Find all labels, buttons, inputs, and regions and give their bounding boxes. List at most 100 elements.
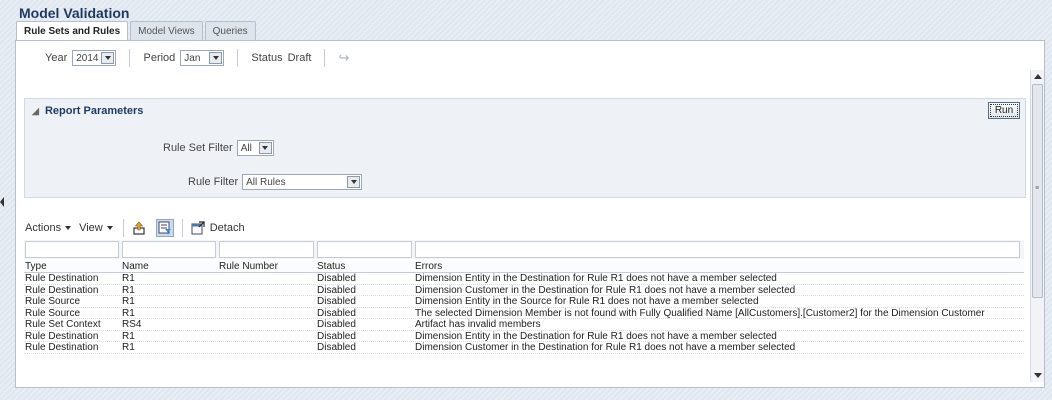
rule-number-cell bbox=[218, 331, 316, 342]
rule-number-cell bbox=[218, 296, 316, 307]
export-icon[interactable] bbox=[130, 219, 148, 237]
collapse-triangle-icon[interactable]: ◢ bbox=[32, 106, 39, 116]
errors-cell: The selected Dimension Member is not fou… bbox=[415, 307, 985, 318]
detach-label[interactable]: Detach bbox=[210, 222, 245, 234]
errors-cell: Dimension Entity in the Destination for … bbox=[415, 273, 777, 284]
table-row[interactable]: Rule Set Context RS4 Disabled Artifact h… bbox=[24, 319, 1024, 331]
status-value: Draft bbox=[287, 52, 312, 64]
scroll-down-icon[interactable] bbox=[1034, 373, 1042, 378]
query-by-example-icon[interactable] bbox=[155, 219, 174, 237]
view-menu[interactable]: View bbox=[79, 222, 113, 234]
detach-icon[interactable] bbox=[189, 219, 207, 237]
tab-bar: Rule Sets and Rules Model Views Queries bbox=[16, 21, 258, 41]
errors-cell: Dimension Customer in the Destination fo… bbox=[415, 342, 796, 353]
rule-set-filter-value: All bbox=[240, 142, 252, 154]
rule-filter-value: All Rules bbox=[246, 176, 286, 188]
column-header-type[interactable]: Type bbox=[24, 261, 121, 272]
rule-set-filter-row: Rule Set Filter All bbox=[163, 140, 274, 156]
run-button[interactable]: Run bbox=[988, 102, 1020, 119]
rule-number-cell bbox=[218, 308, 316, 319]
validation-table: Type Name Rule Number Status Errors Rule… bbox=[24, 240, 1024, 354]
column-header-rule-number[interactable]: Rule Number bbox=[218, 261, 316, 272]
divider bbox=[324, 49, 326, 67]
year-value: 2014 bbox=[76, 52, 99, 64]
rule-set-filter-select[interactable]: All bbox=[236, 140, 274, 156]
column-header-errors[interactable]: Errors bbox=[414, 261, 1019, 272]
column-filter-row bbox=[24, 240, 1024, 259]
vertical-scrollbar[interactable]: ≡ bbox=[1030, 70, 1044, 382]
name-filter-input[interactable] bbox=[122, 241, 216, 258]
divider bbox=[181, 219, 183, 237]
name-cell: RS4 bbox=[122, 319, 142, 330]
column-header-name[interactable]: Name bbox=[121, 261, 218, 272]
errors-filter-input[interactable] bbox=[415, 241, 1020, 258]
page-title: Model Validation bbox=[19, 5, 130, 21]
year-label: Year bbox=[45, 52, 68, 64]
report-parameters-header[interactable]: ◢ Report Parameters bbox=[32, 105, 143, 117]
rule-number-cell bbox=[218, 319, 316, 330]
column-header-status[interactable]: Status bbox=[316, 261, 414, 272]
scroll-up-icon[interactable] bbox=[1034, 74, 1042, 79]
table-row[interactable]: Rule Source R1 Disabled Dimension Entity… bbox=[24, 296, 1024, 308]
errors-cell: Dimension Customer in the Destination fo… bbox=[415, 284, 796, 295]
status-cell: Disabled bbox=[317, 296, 356, 307]
tab-content: Year 2014 Period Jan Status Draft ↪ ≡ ◢ … bbox=[15, 40, 1045, 388]
tab-model-views[interactable]: Model Views bbox=[130, 21, 203, 40]
name-cell: R1 bbox=[122, 342, 135, 353]
chevron-down-icon bbox=[65, 226, 72, 230]
type-cell: Rule Destination bbox=[25, 342, 99, 353]
chevron-down-icon[interactable] bbox=[258, 142, 272, 154]
period-value: Jan bbox=[184, 52, 201, 64]
divider bbox=[129, 49, 131, 67]
type-cell: Rule Destination bbox=[25, 330, 99, 341]
rule-filter-label: Rule Filter bbox=[188, 176, 239, 188]
name-cell: R1 bbox=[122, 284, 135, 295]
rule-number-filter-input[interactable] bbox=[219, 241, 314, 258]
errors-cell: Dimension Entity in the Source for Rule … bbox=[415, 296, 759, 307]
actions-menu-label: Actions bbox=[25, 222, 62, 234]
table-row[interactable]: Rule Destination R1 Disabled Dimension E… bbox=[24, 330, 1024, 342]
table-row[interactable]: Rule Destination R1 Disabled Dimension C… bbox=[24, 284, 1024, 296]
tab-rule-sets-and-rules[interactable]: Rule Sets and Rules bbox=[16, 21, 129, 41]
rule-number-cell bbox=[218, 273, 316, 284]
status-cell: Disabled bbox=[317, 319, 356, 330]
table-row[interactable]: Rule Source R1 Disabled The selected Dim… bbox=[24, 307, 1024, 319]
name-cell: R1 bbox=[122, 307, 135, 318]
report-parameters-title: Report Parameters bbox=[44, 105, 144, 117]
status-cell: Disabled bbox=[317, 330, 356, 341]
table-row[interactable]: Rule Destination R1 Disabled Dimension C… bbox=[24, 342, 1024, 354]
name-cell: R1 bbox=[122, 330, 135, 341]
errors-cell: Artifact has invalid members bbox=[415, 319, 541, 330]
status-cell: Disabled bbox=[317, 284, 356, 295]
period-select[interactable]: Jan bbox=[180, 50, 225, 66]
pov-toolbar: Year 2014 Period Jan Status Draft ↪ bbox=[16, 41, 1044, 75]
tab-queries[interactable]: Queries bbox=[204, 21, 256, 40]
rule-filter-row: Rule Filter All Rules bbox=[188, 174, 363, 190]
errors-cell: Dimension Entity in the Destination for … bbox=[415, 330, 777, 341]
actions-menu[interactable]: Actions bbox=[25, 222, 72, 234]
chevron-down-icon[interactable] bbox=[347, 176, 361, 188]
type-cell: Rule Source bbox=[25, 307, 81, 318]
chevron-down-icon[interactable] bbox=[101, 52, 115, 64]
report-parameters-panel: ◢ Report Parameters Run Rule Set Filter … bbox=[24, 98, 1026, 198]
chevron-down-icon bbox=[106, 226, 113, 230]
redo-icon[interactable]: ↪ bbox=[338, 50, 349, 66]
type-cell: Rule Source bbox=[25, 296, 81, 307]
divider bbox=[122, 219, 124, 237]
chevron-down-icon[interactable] bbox=[209, 52, 223, 64]
status-cell: Disabled bbox=[317, 307, 356, 318]
status-filter-input[interactable] bbox=[317, 241, 412, 258]
type-cell: Rule Set Context bbox=[25, 319, 101, 330]
scrollbar-thumb[interactable]: ≡ bbox=[1032, 84, 1043, 298]
rule-number-cell bbox=[218, 342, 316, 353]
rule-number-cell bbox=[218, 285, 316, 296]
rule-set-filter-label: Rule Set Filter bbox=[163, 142, 233, 154]
type-filter-input[interactable] bbox=[25, 241, 119, 258]
collapse-pane-handle[interactable] bbox=[0, 195, 6, 209]
type-cell: Rule Destination bbox=[25, 273, 99, 284]
type-cell: Rule Destination bbox=[25, 284, 99, 295]
name-cell: R1 bbox=[122, 273, 135, 284]
rule-filter-select[interactable]: All Rules bbox=[242, 174, 363, 190]
year-select[interactable]: 2014 bbox=[72, 50, 117, 66]
table-row[interactable]: Rule Destination R1 Disabled Dimension E… bbox=[24, 273, 1024, 285]
